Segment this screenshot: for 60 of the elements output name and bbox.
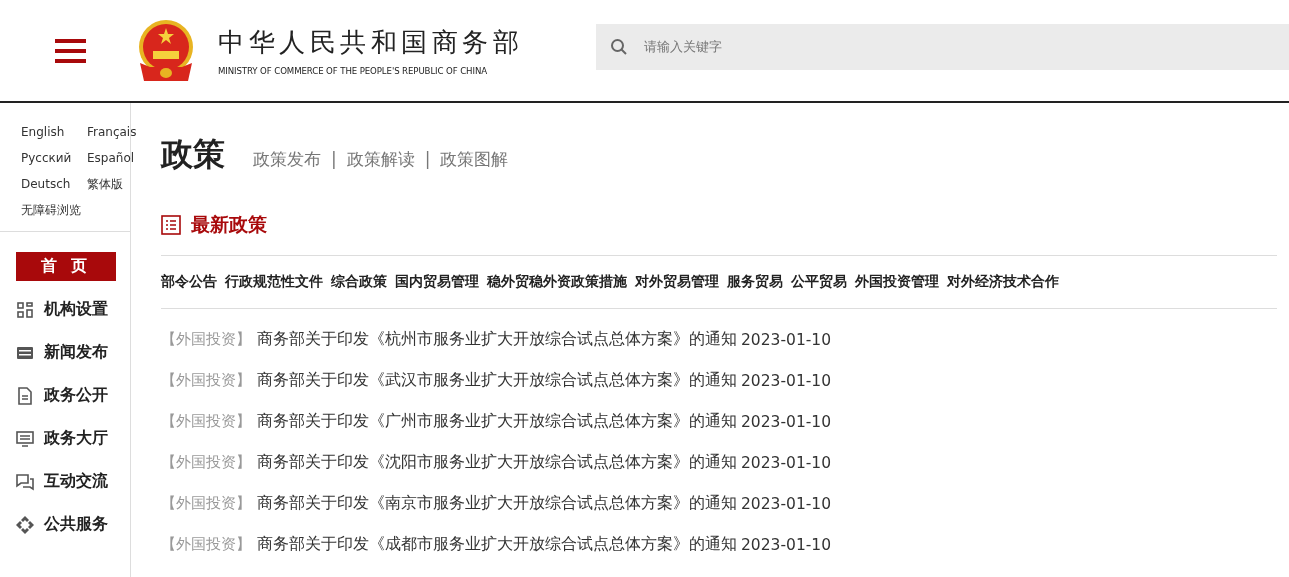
date-text: 2023-01-10 (741, 453, 832, 472)
category-link[interactable]: 行政规范性文件 (225, 273, 323, 291)
category-link[interactable]: 国内贸易管理 (395, 273, 479, 291)
chat-icon (16, 472, 34, 491)
category-link[interactable]: 对外贸易管理 (635, 273, 719, 291)
category-link[interactable]: 稳外贸稳外资政策措施 (487, 273, 627, 291)
list-icon (161, 215, 181, 235)
language-link[interactable]: English (21, 123, 81, 141)
nav-item[interactable]: 互动交流 (16, 467, 130, 496)
separator: | (424, 149, 431, 169)
category-tag: 【外国投资】 (161, 371, 251, 390)
section-title: 最新政策 (191, 212, 267, 237)
site-subtitle: MINISTRY OF COMMERCE OF THE PEOPLE'S REPUBLIC OF CHINA (218, 66, 488, 76)
language-link[interactable]: 繁体版 (87, 175, 137, 193)
emblem-drawing (136, 18, 196, 83)
date-text: 2023-01-10 (741, 371, 832, 390)
category-link[interactable]: 对外经济技术合作 (947, 273, 1059, 291)
category-link[interactable]: 服务贸易 (727, 273, 783, 291)
category-link[interactable]: 部令公告 (161, 273, 217, 291)
document-icon (16, 386, 34, 405)
date-text: 2023-01-10 (741, 494, 832, 513)
date-text: 2023-01-10 (741, 535, 832, 554)
diamond-icon (16, 515, 34, 534)
language-link[interactable]: 无障碍浏览 (21, 201, 81, 219)
monitor-icon (16, 429, 34, 448)
category-tag: 【外国投资】 (161, 330, 251, 349)
policy-link[interactable]: 商务部关于印发《杭州市服务业扩大开放综合试点总体方案》的通知 (257, 329, 737, 350)
nav-item[interactable]: 政务大厅 (16, 424, 130, 453)
menu-icon[interactable] (55, 38, 86, 63)
separator: | (331, 149, 337, 169)
language-link[interactable]: Deutsch (21, 175, 81, 193)
subnav-link[interactable]: 政策解读 (346, 148, 415, 171)
category-tag: 【外国投资】 (161, 412, 251, 431)
category-link[interactable]: 外国投资管理 (855, 273, 939, 291)
policy-link[interactable]: 商务部关于印发《沈阳市服务业扩大开放综合试点总体方案》的通知 (257, 452, 737, 473)
nav-item[interactable]: 机构设置 (16, 295, 130, 324)
subnav-link[interactable]: 政策图解 (440, 148, 509, 171)
page-title: 政策 (161, 134, 225, 175)
category-tag: 【外国投资】 (161, 535, 251, 554)
nav-item[interactable]: 新闻发布 (16, 338, 130, 367)
policy-link[interactable]: 商务部关于印发《成都市服务业扩大开放综合试点总体方案》的通知 (257, 534, 737, 555)
language-link[interactable]: Español (87, 149, 137, 167)
category-tag: 【外国投资】 (161, 494, 251, 513)
date-text: 2023-01-10 (741, 412, 832, 431)
category-tag: 【外国投资】 (161, 453, 251, 472)
search-icon (610, 37, 628, 56)
site-title: 中华人民共和国商务部 (218, 26, 524, 59)
date-text: 2023-01-10 (741, 330, 832, 349)
language-link[interactable]: Русский (21, 149, 81, 167)
nav-item[interactable]: 公共服务 (16, 510, 130, 539)
policy-link[interactable]: 商务部关于印发《武汉市服务业扩大开放综合试点总体方案》的通知 (257, 370, 737, 391)
home-button[interactable]: 首 页 (16, 252, 116, 281)
language-link[interactable]: Français (87, 123, 137, 141)
grid-icon (16, 300, 34, 319)
policy-link[interactable]: 商务部关于印发《南京市服务业扩大开放综合试点总体方案》的通知 (257, 493, 737, 514)
nav-item[interactable]: 政务公开 (16, 381, 130, 410)
category-link[interactable]: 公平贸易 (791, 273, 847, 291)
subnav-link[interactable]: 政策发布 (253, 148, 321, 171)
policy-link[interactable]: 商务部关于印发《广州市服务业扩大开放综合试点总体方案》的通知 (257, 411, 737, 432)
category-link[interactable]: 综合政策 (331, 273, 387, 291)
